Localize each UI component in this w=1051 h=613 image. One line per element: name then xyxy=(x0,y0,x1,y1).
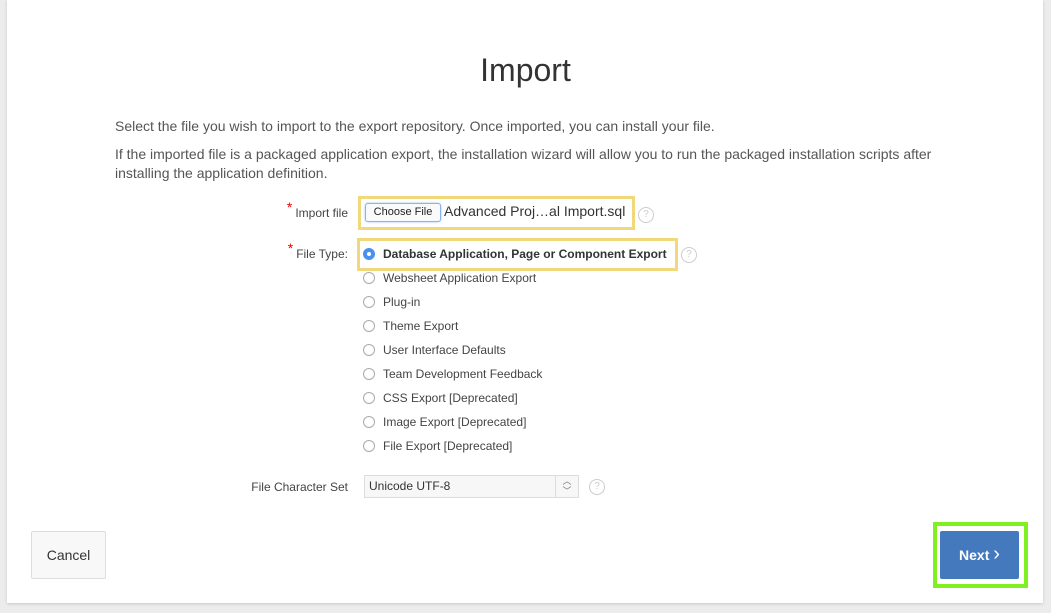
radio-button[interactable] xyxy=(363,416,375,428)
selected-file-name: Advanced Proj…al Import.sql xyxy=(444,203,625,219)
chevron-right-icon: › xyxy=(993,543,1000,565)
option-label: Image Export [Deprecated] xyxy=(383,415,526,429)
file-type-option[interactable]: Theme Export xyxy=(363,316,458,336)
description-1: Select the file you wish to import to th… xyxy=(115,117,935,136)
file-type-option[interactable]: User Interface Defaults xyxy=(363,340,506,360)
select-arrows-icon: ︿﹀ xyxy=(555,476,578,497)
file-type-option[interactable]: File Export [Deprecated] xyxy=(363,436,512,456)
option-label: Plug-in xyxy=(383,295,420,309)
radio-button[interactable] xyxy=(363,440,375,452)
charset-label: File Character Set xyxy=(251,480,348,494)
option-label: Database Application, Page or Component … xyxy=(383,247,667,261)
help-icon[interactable]: ? xyxy=(681,247,697,263)
file-type-option[interactable]: Websheet Application Export xyxy=(363,268,536,288)
import-dialog xyxy=(7,0,1043,603)
option-label: CSS Export [Deprecated] xyxy=(383,391,518,405)
radio-button[interactable] xyxy=(363,344,375,356)
next-button[interactable]: Next › xyxy=(940,531,1019,579)
choose-file-button[interactable]: Choose File xyxy=(365,203,441,222)
radio-button[interactable] xyxy=(363,392,375,404)
charset-select[interactable]: Unicode UTF-8︿﹀ xyxy=(364,475,579,498)
radio-button[interactable] xyxy=(363,272,375,284)
radio-button[interactable] xyxy=(363,296,375,308)
file-type-option[interactable]: Image Export [Deprecated] xyxy=(363,412,526,432)
file-type-option[interactable]: Team Development Feedback xyxy=(363,364,542,384)
option-label: Theme Export xyxy=(383,319,458,333)
description-2: If the imported file is a packaged appli… xyxy=(115,145,935,183)
page-title: Import xyxy=(0,52,1051,89)
help-icon[interactable]: ? xyxy=(638,207,654,223)
cancel-button[interactable]: Cancel xyxy=(31,531,106,579)
file-type-option[interactable]: Database Application, Page or Component … xyxy=(363,244,667,264)
help-icon[interactable]: ? xyxy=(589,479,605,495)
file-type-option[interactable]: CSS Export [Deprecated] xyxy=(363,388,518,408)
option-label: Team Development Feedback xyxy=(383,367,542,381)
radio-button[interactable] xyxy=(363,248,375,260)
file-type-option[interactable]: Plug-in xyxy=(363,292,420,312)
radio-button[interactable] xyxy=(363,320,375,332)
radio-button[interactable] xyxy=(363,368,375,380)
option-label: File Export [Deprecated] xyxy=(383,439,512,453)
import-file-label: *Import file xyxy=(287,204,348,220)
file-type-label: *File Type: xyxy=(288,245,348,261)
option-label: User Interface Defaults xyxy=(383,343,506,357)
option-label: Websheet Application Export xyxy=(383,271,536,285)
